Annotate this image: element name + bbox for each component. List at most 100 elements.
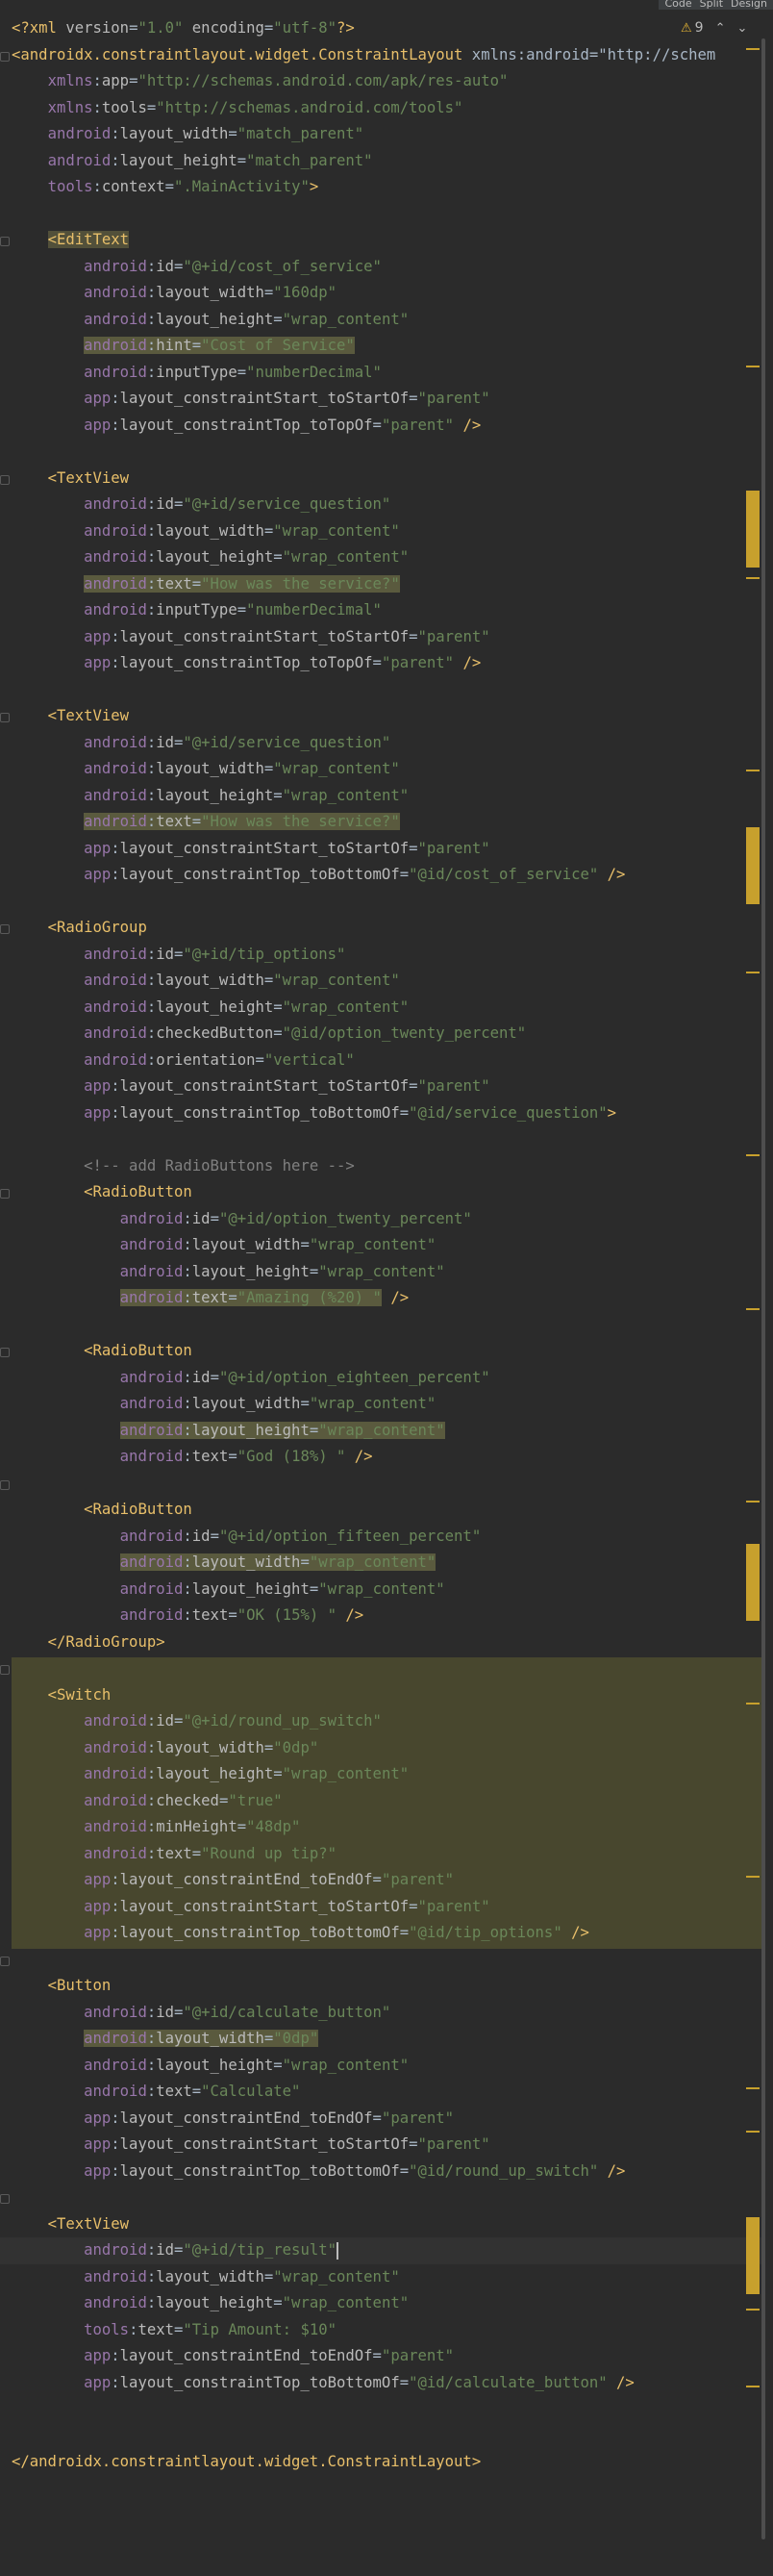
- code-line[interactable]: app:layout_constraintTop_toBottomOf="@id…: [0, 1920, 763, 1947]
- code-line[interactable]: [0, 677, 763, 704]
- code-line[interactable]: app:layout_constraintEnd_toEndOf="parent…: [0, 1867, 763, 1894]
- code-line[interactable]: android:text="Amazing (%20) " />: [0, 1285, 763, 1312]
- code-line[interactable]: <TextView: [0, 2211, 763, 2238]
- code-line[interactable]: <RadioButton: [0, 1497, 763, 1524]
- code-line[interactable]: app:layout_constraintTop_toBottomOf="@id…: [0, 862, 763, 889]
- code-line[interactable]: android:layout_height="wrap_content": [0, 1761, 763, 1788]
- code-line[interactable]: android:id="@+id/option_fifteen_percent": [0, 1524, 763, 1551]
- highlight-stripe-mark[interactable]: [746, 2217, 760, 2294]
- code-line[interactable]: android:text="Round up tip?": [0, 1841, 763, 1868]
- code-line[interactable]: android:layout_width="wrap_content": [0, 2264, 763, 2291]
- code-line[interactable]: <Button: [0, 1973, 763, 2000]
- code-line[interactable]: android:layout_height="wrap_content": [0, 1259, 763, 1286]
- code-line[interactable]: <TextView: [0, 703, 763, 730]
- code-line[interactable]: [0, 2185, 763, 2211]
- code-line[interactable]: android:text="How was the service?": [0, 809, 763, 836]
- warning-stripe-mark[interactable]: [746, 2309, 760, 2311]
- code-line[interactable]: android:inputType="numberDecimal": [0, 597, 763, 624]
- code-line[interactable]: android:id="@+id/cost_of_service": [0, 254, 763, 281]
- code-line[interactable]: android:id="@+id/round_up_switch": [0, 1708, 763, 1735]
- code-line[interactable]: android:text="Calculate": [0, 2079, 763, 2106]
- code-line[interactable]: android:layout_width="wrap_content": [0, 1550, 763, 1577]
- code-view-tab[interactable]: Code: [664, 0, 691, 10]
- code-line[interactable]: android:layout_height="wrap_content": [0, 1418, 763, 1445]
- view-mode-switch[interactable]: Code Split Design: [659, 0, 773, 10]
- code-line[interactable]: <?xml version="1.0" encoding="utf-8"?>: [0, 15, 763, 42]
- warning-stripe-mark[interactable]: [746, 577, 760, 579]
- code-line[interactable]: android:id="@+id/service_question": [0, 492, 763, 518]
- code-line[interactable]: <RadioButton: [0, 1179, 763, 1206]
- code-line[interactable]: [0, 201, 763, 228]
- code-line[interactable]: <RadioGroup: [0, 915, 763, 942]
- code-line[interactable]: tools:text="Tip Amount: $10": [0, 2317, 763, 2344]
- code-line[interactable]: android:id="@+id/tip_options": [0, 942, 763, 969]
- fold-marker-icon[interactable]: [0, 1189, 10, 1199]
- code-line[interactable]: <EditText: [0, 227, 763, 254]
- code-line[interactable]: app:layout_constraintStart_toStartOf="pa…: [0, 624, 763, 651]
- fold-marker-icon[interactable]: [0, 1479, 10, 1490]
- code-line[interactable]: android:layout_width="wrap_content": [0, 518, 763, 545]
- code-line[interactable]: android:text="God (18%) " />: [0, 1444, 763, 1471]
- highlight-stripe-mark[interactable]: [746, 1544, 760, 1621]
- code-line[interactable]: android:checked="true": [0, 1788, 763, 1815]
- code-line[interactable]: </androidx.constraintlayout.widget.Const…: [0, 2449, 763, 2476]
- warning-stripe-mark[interactable]: [746, 2386, 760, 2387]
- vertical-scrollbar[interactable]: [761, 38, 765, 2539]
- fold-marker-icon[interactable]: [0, 1665, 10, 1675]
- code-line[interactable]: android:layout_width="0dp": [0, 2026, 763, 2053]
- warning-stripe-mark[interactable]: [746, 1876, 760, 1878]
- warning-stripe-mark[interactable]: [746, 1154, 760, 1156]
- code-line[interactable]: android:id="@+id/option_twenty_percent": [0, 1206, 763, 1233]
- code-line[interactable]: [0, 2423, 763, 2450]
- fold-marker-icon[interactable]: [0, 51, 10, 62]
- code-line[interactable]: </RadioGroup>: [0, 1629, 763, 1656]
- code-line[interactable]: android:id="@+id/calculate_button": [0, 2000, 763, 2027]
- code-line[interactable]: xmlns:tools="http://schemas.android.com/…: [0, 95, 763, 122]
- code-line[interactable]: <TextView: [0, 466, 763, 492]
- code-line[interactable]: [0, 439, 763, 466]
- code-line[interactable]: <Switch: [0, 1682, 763, 1709]
- error-stripe[interactable]: [746, 38, 765, 2568]
- highlight-stripe-mark[interactable]: [746, 827, 760, 904]
- warning-stripe-mark[interactable]: [746, 972, 760, 973]
- warning-stripe-mark[interactable]: [746, 48, 760, 50]
- code-line[interactable]: app:layout_constraintEnd_toEndOf="parent…: [0, 2343, 763, 2370]
- code-line[interactable]: app:layout_constraintTop_toTopOf="parent…: [0, 413, 763, 440]
- code-line[interactable]: [0, 1655, 763, 1682]
- code-line[interactable]: app:layout_constraintTop_toBottomOf="@id…: [0, 2159, 763, 2185]
- code-line[interactable]: android:layout_width="wrap_content": [0, 1391, 763, 1418]
- fold-marker-icon[interactable]: [0, 713, 10, 722]
- code-line[interactable]: android:layout_height="match_parent": [0, 148, 763, 175]
- code-line[interactable]: [0, 1471, 763, 1498]
- warning-stripe-mark[interactable]: [746, 2087, 760, 2089]
- warning-stripe-mark[interactable]: [746, 366, 760, 367]
- code-line[interactable]: app:layout_constraintTop_toBottomOf="@id…: [0, 2370, 763, 2397]
- code-line[interactable]: [0, 1126, 763, 1153]
- split-view-tab[interactable]: Split: [700, 0, 723, 10]
- code-line[interactable]: android:layout_height="wrap_content": [0, 2053, 763, 2080]
- fold-marker-icon[interactable]: [0, 237, 10, 246]
- warning-stripe-mark[interactable]: [746, 1703, 760, 1705]
- code-line[interactable]: android:layout_width="wrap_content": [0, 968, 763, 995]
- code-line[interactable]: app:layout_constraintStart_toStartOf="pa…: [0, 1894, 763, 1921]
- code-line[interactable]: [0, 1312, 763, 1339]
- fold-marker-icon[interactable]: [0, 1348, 10, 1357]
- code-line[interactable]: android:layout_height="wrap_content": [0, 995, 763, 1022]
- code-line[interactable]: android:hint="Cost of Service": [0, 333, 763, 360]
- code-line[interactable]: android:layout_height="wrap_content": [0, 307, 763, 334]
- code-line[interactable]: android:orientation="vertical": [0, 1048, 763, 1074]
- warning-stripe-mark[interactable]: [746, 770, 760, 771]
- fold-marker-icon[interactable]: [0, 1956, 10, 1966]
- code-editor[interactable]: <?xml version="1.0" encoding="utf-8"?> <a…: [0, 15, 763, 2476]
- code-line[interactable]: android:id="@+id/service_question": [0, 730, 763, 757]
- code-line[interactable]: [0, 2396, 763, 2423]
- code-line[interactable]: app:layout_constraintTop_toTopOf="parent…: [0, 650, 763, 677]
- code-line[interactable]: android:text="OK (15%) " />: [0, 1603, 763, 1629]
- warning-stripe-mark[interactable]: [746, 2131, 760, 2133]
- code-line[interactable]: android:layout_height="wrap_content": [0, 783, 763, 810]
- warning-stripe-mark[interactable]: [746, 1501, 760, 1503]
- code-line[interactable]: android:id="@+id/tip_result": [0, 2237, 763, 2264]
- code-line[interactable]: tools:context=".MainActivity">: [0, 174, 763, 201]
- code-line[interactable]: app:layout_constraintTop_toBottomOf="@id…: [0, 1100, 763, 1127]
- code-line[interactable]: android:layout_height="wrap_content": [0, 544, 763, 571]
